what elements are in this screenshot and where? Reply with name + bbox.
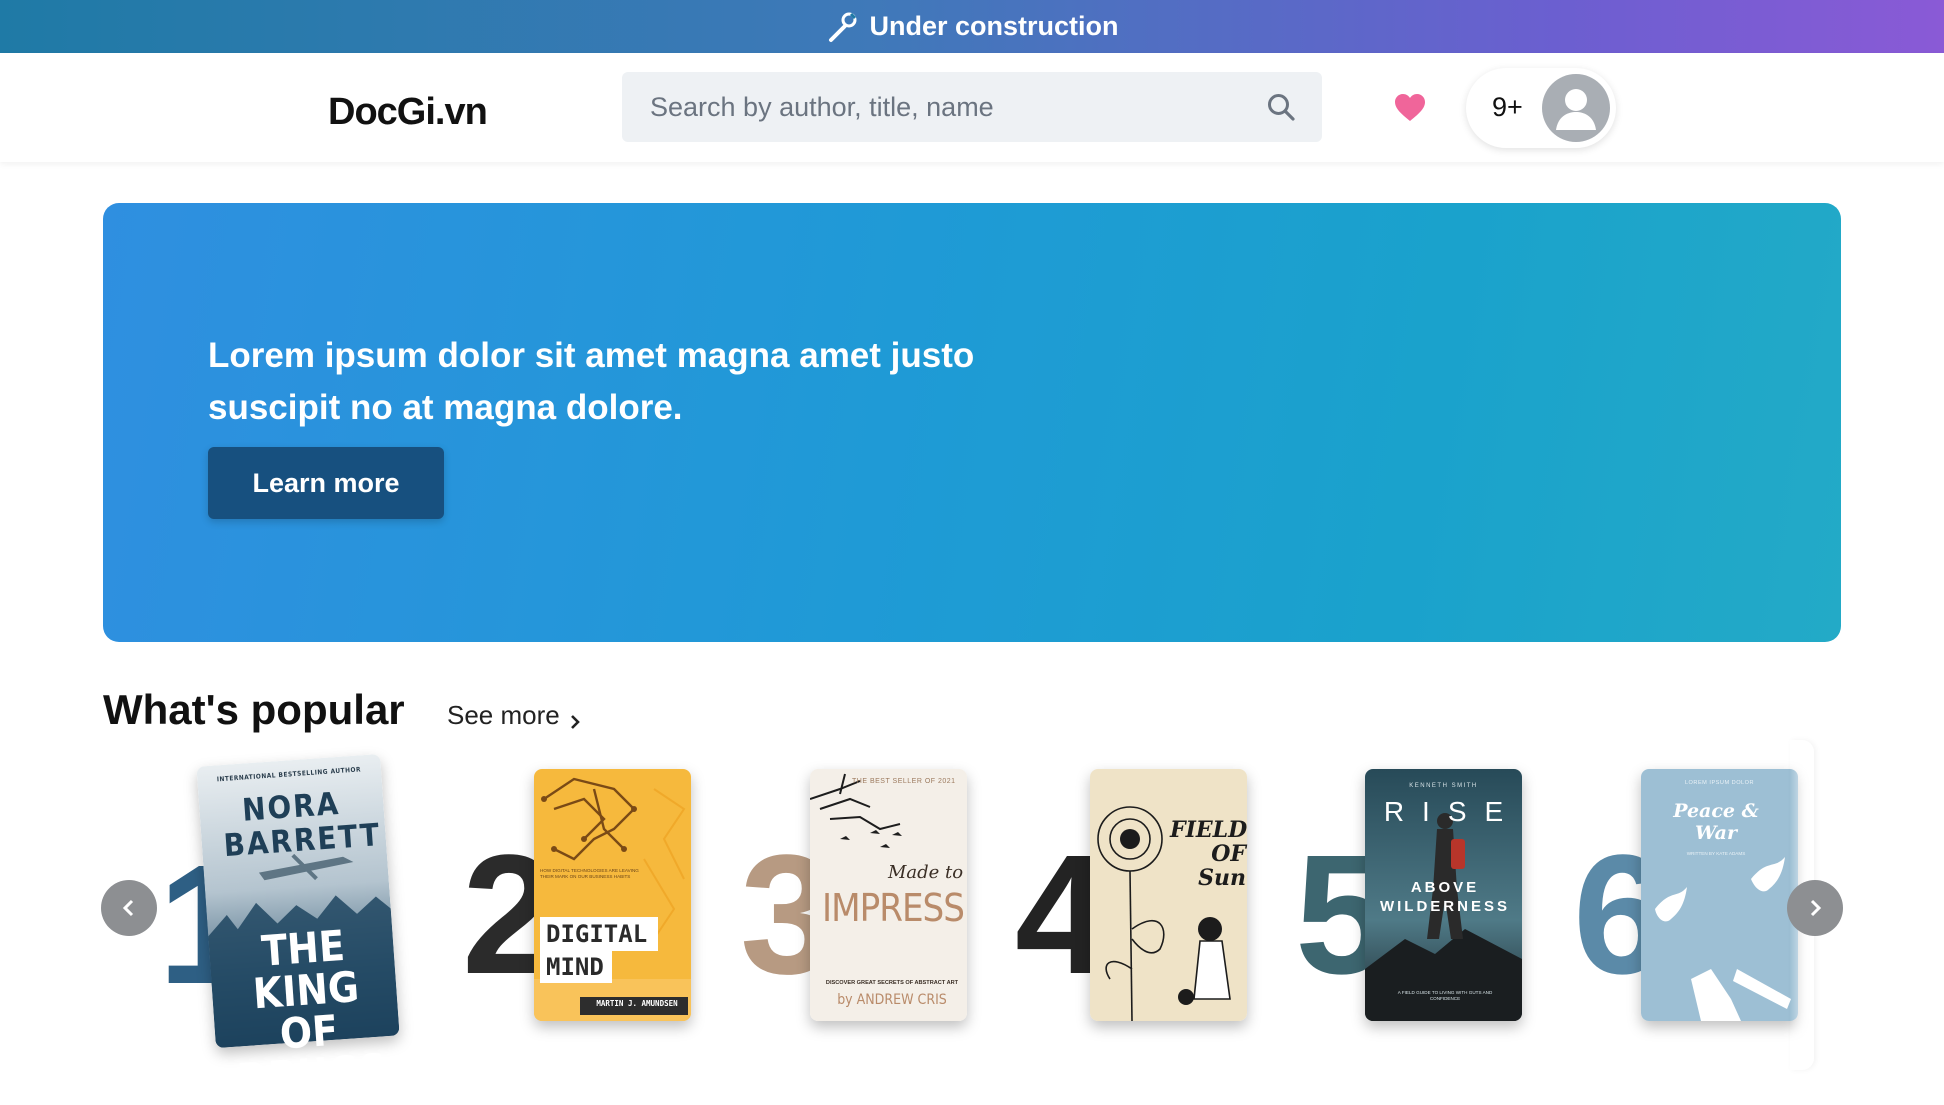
chevron-left-icon: [122, 899, 134, 917]
book-author: by ANDREW CRIS: [837, 992, 947, 1008]
book-title: Peace & War: [1673, 800, 1759, 844]
book-author: WRITTEN BY KATE ADAMS: [1686, 851, 1746, 856]
search-icon[interactable]: [1266, 92, 1296, 122]
book-tagline: DISCOVER GREAT SECRETS OF ABSTRACT ART: [825, 980, 959, 986]
book-subtitle: ABOVE WILDERNESS: [1379, 879, 1510, 915]
book-title: DIGITAL MIND: [546, 920, 648, 981]
book-author: KENNETH SMITH: [1409, 783, 1478, 789]
section-title: What's popular: [103, 686, 405, 733]
wrench-icon: [825, 10, 859, 44]
chevron-right-icon: [1810, 899, 1822, 917]
book-top-line: LOREM IPSUM DOLOR: [1684, 780, 1755, 786]
search-bar: [622, 72, 1322, 142]
book-title: FIELD OF Sun: [1170, 817, 1248, 891]
chevron-right-icon: [568, 707, 582, 729]
book-cover[interactable]: [1090, 769, 1247, 1021]
banner-text: Under construction: [869, 11, 1119, 41]
notification-count: 9+: [1492, 92, 1523, 122]
book-top-line: THE BEST SELLER OF 2021: [852, 778, 956, 785]
book-title: THE KING OF DRUGS: [235, 920, 389, 1104]
book-text: INTERNATIONAL BESTSELLING AUTHOR NORA BA…: [199, 764, 401, 1104]
search-input[interactable]: [622, 72, 1262, 142]
hero-text: Lorem ipsum dolor sit amet magna amet ju…: [208, 336, 975, 427]
book-author: MARTIN J. AMUNDSEN: [596, 999, 678, 1008]
hero-banner: Lorem ipsum dolor sit amet magna amet ju…: [103, 203, 1841, 642]
book-title: RISE: [1383, 796, 1522, 827]
popular-books-carousel: 1 INTERNATIONAL BESTSELLING AUTHOR NORA …: [0, 740, 1944, 1104]
book-top-line: HOW DIGITAL TECHNOLOGIES ARE LEAVING THE…: [540, 868, 639, 879]
see-more-label: See more: [447, 700, 560, 730]
favorites-heart-icon[interactable]: [1394, 93, 1426, 123]
book-tagline: A FIELD GUIDE TO LIVING WITH GUTS AND CO…: [1397, 990, 1493, 1001]
carousel-prev-button[interactable]: [101, 880, 157, 936]
book-subtitle: Made to: [888, 862, 964, 883]
site-header: DocGi.vn 9+: [0, 53, 1944, 162]
book-author: NORA BARRETT: [222, 785, 383, 865]
learn-more-button[interactable]: Learn more: [208, 447, 444, 519]
avatar[interactable]: [1542, 74, 1610, 142]
carousel-next-button[interactable]: [1787, 880, 1843, 936]
construction-banner: Under construction: [0, 0, 1944, 53]
site-logo[interactable]: DocGi.vn: [328, 91, 488, 134]
book-title: IMPRESS: [822, 886, 965, 930]
see-more-link[interactable]: See more: [447, 700, 582, 731]
user-menu[interactable]: 9+: [1466, 68, 1616, 148]
